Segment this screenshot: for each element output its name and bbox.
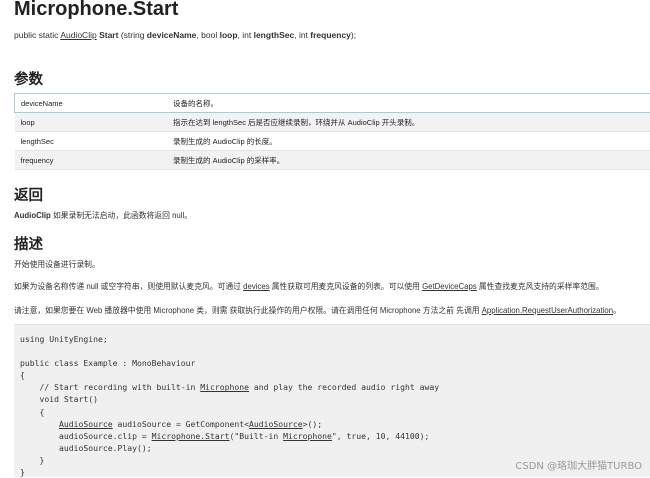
audioclip-link[interactable]: AudioClip — [60, 30, 96, 40]
param-row: deviceName 设备的名称。 — [15, 94, 650, 113]
audiosource-link[interactable]: AudioSource — [59, 419, 113, 429]
param-name: lengthSec — [15, 132, 168, 151]
param-row: frequency 录制生成的 AudioClip 的采样率。 — [15, 151, 650, 170]
getdevicecaps-link[interactable]: GetDeviceCaps — [422, 282, 477, 291]
params-heading: 参数 — [14, 68, 43, 89]
page-title: Microphone.Start — [14, 0, 178, 21]
param-name: deviceName — [15, 94, 168, 113]
param-name: frequency — [15, 151, 168, 170]
param-desc: 指示在达到 lengthSec 后是否应继续录制，环绕并从 AudioClip … — [167, 113, 650, 132]
description-line-2: 如果为设备名称传递 null 或空字符串，则使用默认麦克风。可通过 device… — [14, 281, 604, 292]
param-row: loop 指示在达到 lengthSec 后是否应继续录制，环绕并从 Audio… — [15, 113, 650, 132]
code-example: using UnityEngine; public class Example … — [14, 324, 650, 477]
microphone-start-link[interactable]: Microphone.Start — [152, 431, 230, 441]
microphone-link[interactable]: Microphone — [200, 382, 249, 392]
description-line-3: 请注意，如果您要在 Web 播放器中使用 Microphone 类，则需 获取执… — [14, 305, 621, 316]
microphone-link[interactable]: Microphone — [283, 431, 332, 441]
returns-heading: 返回 — [14, 184, 43, 205]
devices-link[interactable]: devices — [243, 282, 269, 291]
param-row: lengthSec 录制生成的 AudioClip 的长度。 — [15, 132, 650, 151]
audiosource-link[interactable]: AudioSource — [249, 419, 303, 429]
param-name: loop — [15, 113, 168, 132]
param-desc: 设备的名称。 — [167, 94, 650, 113]
watermark: CSDN @珞珈大胖猫TURBO — [515, 457, 642, 472]
returns-text: AudioClip 如果录制无法启动，此函数将返回 null。 — [14, 210, 192, 221]
code-block: using UnityEngine; public class Example … — [20, 333, 439, 478]
description-line-1: 开始使用设备进行录制。 — [14, 259, 100, 270]
description-heading: 描述 — [14, 233, 43, 254]
param-desc: 录制生成的 AudioClip 的长度。 — [167, 132, 650, 151]
param-desc: 录制生成的 AudioClip 的采样率。 — [167, 151, 650, 170]
request-user-authorization-link[interactable]: Application.RequestUserAuthorization — [482, 306, 613, 315]
parameters-table: deviceName 设备的名称。 loop 指示在达到 lengthSec 后… — [14, 93, 650, 170]
method-signature: public static AudioClip Start (string de… — [14, 30, 356, 40]
